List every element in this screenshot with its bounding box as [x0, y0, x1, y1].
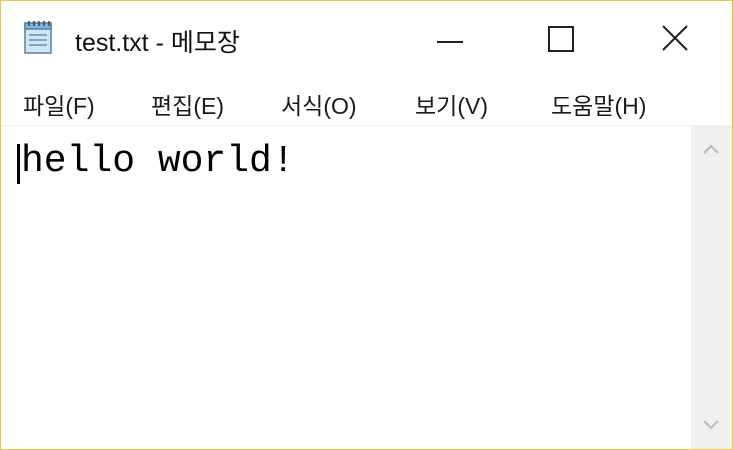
chevron-up-icon[interactable] [701, 142, 721, 156]
text-caret [17, 144, 20, 184]
menu-view[interactable]: 보기(V) [415, 87, 488, 121]
menu-help[interactable]: 도움말(H) [551, 87, 646, 121]
text-editor[interactable]: hello world! [1, 125, 691, 449]
editor-content[interactable]: hello world! [21, 140, 295, 183]
title-bar[interactable]: test.txt - 메모장 [1, 1, 732, 77]
maximize-icon [548, 26, 574, 52]
window-title: test.txt - 메모장 [75, 29, 240, 57]
menu-file[interactable]: 파일(F) [23, 87, 95, 121]
vertical-scrollbar[interactable] [691, 125, 732, 449]
notepad-window: test.txt - 메모장 파일(F) 편집(E) 서식(O) 보기(V) 도… [0, 0, 733, 450]
close-button[interactable] [618, 1, 732, 77]
chevron-down-icon[interactable] [701, 418, 721, 432]
close-icon [662, 25, 688, 51]
minimize-button[interactable] [394, 1, 506, 77]
menu-format[interactable]: 서식(O) [281, 87, 357, 121]
maximize-button[interactable] [506, 1, 618, 77]
notepad-icon [23, 19, 55, 55]
menu-edit[interactable]: 편집(E) [151, 87, 224, 121]
menu-bar: 파일(F) 편집(E) 서식(O) 보기(V) 도움말(H) [1, 77, 732, 125]
minimize-icon [437, 41, 463, 43]
